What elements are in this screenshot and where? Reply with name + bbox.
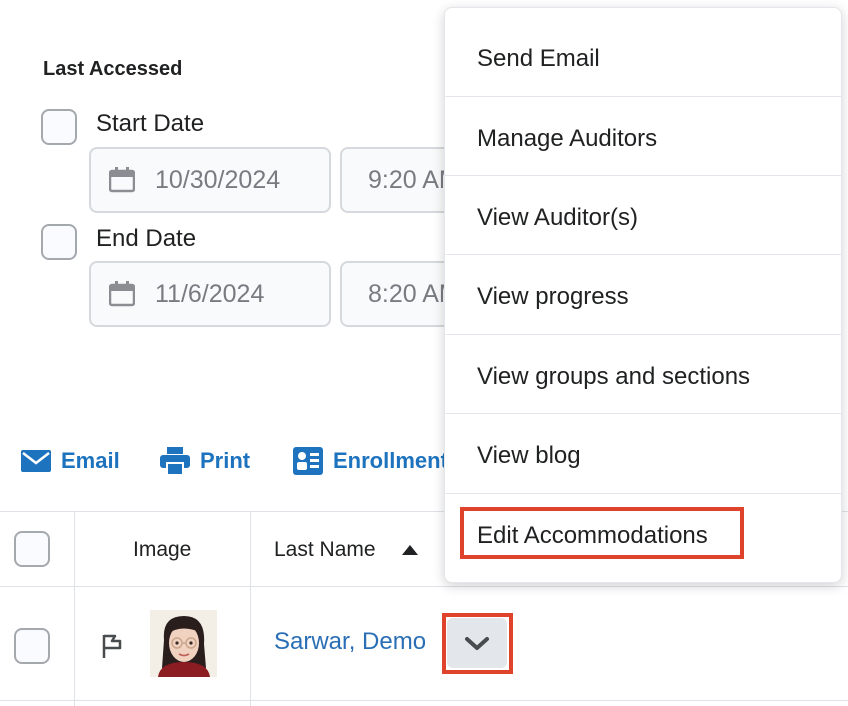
start-time-input[interactable]: 9:20 AM — [340, 147, 460, 213]
student-name-link[interactable]: Sarwar, Demo — [274, 628, 426, 656]
start-date-checkbox[interactable] — [41, 109, 77, 145]
menu-item-label: View Auditor(s) — [477, 203, 638, 231]
menu-separator — [445, 413, 841, 414]
table-column-divider — [74, 511, 75, 706]
print-button-label: Print — [200, 448, 251, 473]
row-checkbox[interactable] — [14, 628, 50, 664]
end-date-input[interactable]: 11/6/2024 — [89, 261, 331, 327]
menu-separator — [445, 175, 841, 176]
menu-item-view-progress[interactable]: View progress — [445, 257, 841, 336]
start-date-label: Start Date — [96, 110, 205, 137]
menu-item-label: View groups and sections — [477, 362, 751, 390]
menu-separator — [445, 254, 841, 255]
end-time-input[interactable]: 8:20 AM — [340, 261, 460, 327]
image-column-header: Image — [133, 538, 192, 561]
last-name-header-label: Last Name — [274, 538, 376, 561]
menu-separator — [445, 96, 841, 97]
menu-separator — [445, 493, 841, 494]
menu-item-label: View progress — [477, 282, 629, 310]
avatar — [150, 610, 217, 677]
end-date-label: End Date — [96, 225, 197, 252]
menu-item-label: View blog — [477, 441, 581, 469]
calendar-icon — [109, 167, 135, 193]
menu-item-view-blog[interactable]: View blog — [445, 416, 841, 495]
menu-item-label: Send Email — [477, 44, 600, 72]
end-date-checkbox[interactable] — [41, 224, 77, 260]
actions-menu: Send Email Manage Auditors View Auditor(… — [444, 7, 842, 583]
print-button[interactable]: Print — [160, 444, 250, 478]
sort-ascending-icon — [401, 545, 418, 555]
printer-icon — [160, 447, 190, 476]
start-date-value: 10/30/2024 — [155, 165, 281, 194]
envelope-icon — [21, 450, 51, 472]
id-card-icon — [293, 447, 323, 475]
table-header-border — [0, 586, 848, 587]
menu-item-label: Manage Auditors — [477, 124, 658, 152]
start-date-input[interactable]: 10/30/2024 — [89, 147, 331, 213]
email-button[interactable]: Email — [21, 444, 120, 478]
menu-item-send-email[interactable]: Send Email — [445, 19, 841, 98]
menu-item-view-groups-sections[interactable]: View groups and sections — [445, 337, 841, 416]
select-all-checkbox[interactable] — [14, 531, 50, 567]
calendar-icon — [109, 281, 135, 307]
last-name-column-header[interactable]: Last Name — [274, 538, 418, 562]
end-date-value: 11/6/2024 — [155, 279, 265, 308]
last-accessed-title: Last Accessed — [43, 58, 183, 80]
menu-separator — [445, 334, 841, 335]
email-button-label: Email — [61, 448, 120, 473]
table-row-border — [0, 700, 848, 701]
menu-highlight-box — [460, 507, 744, 559]
menu-item-manage-auditors[interactable]: Manage Auditors — [445, 99, 841, 178]
enrollment-button[interactable]: Enrollment — [293, 444, 448, 478]
enrollment-button-label: Enrollment — [333, 448, 448, 473]
menu-item-view-auditors[interactable]: View Auditor(s) — [445, 178, 841, 257]
flag-icon[interactable] — [101, 633, 123, 659]
dropdown-highlight-box — [442, 613, 513, 674]
table-column-divider — [250, 511, 251, 706]
